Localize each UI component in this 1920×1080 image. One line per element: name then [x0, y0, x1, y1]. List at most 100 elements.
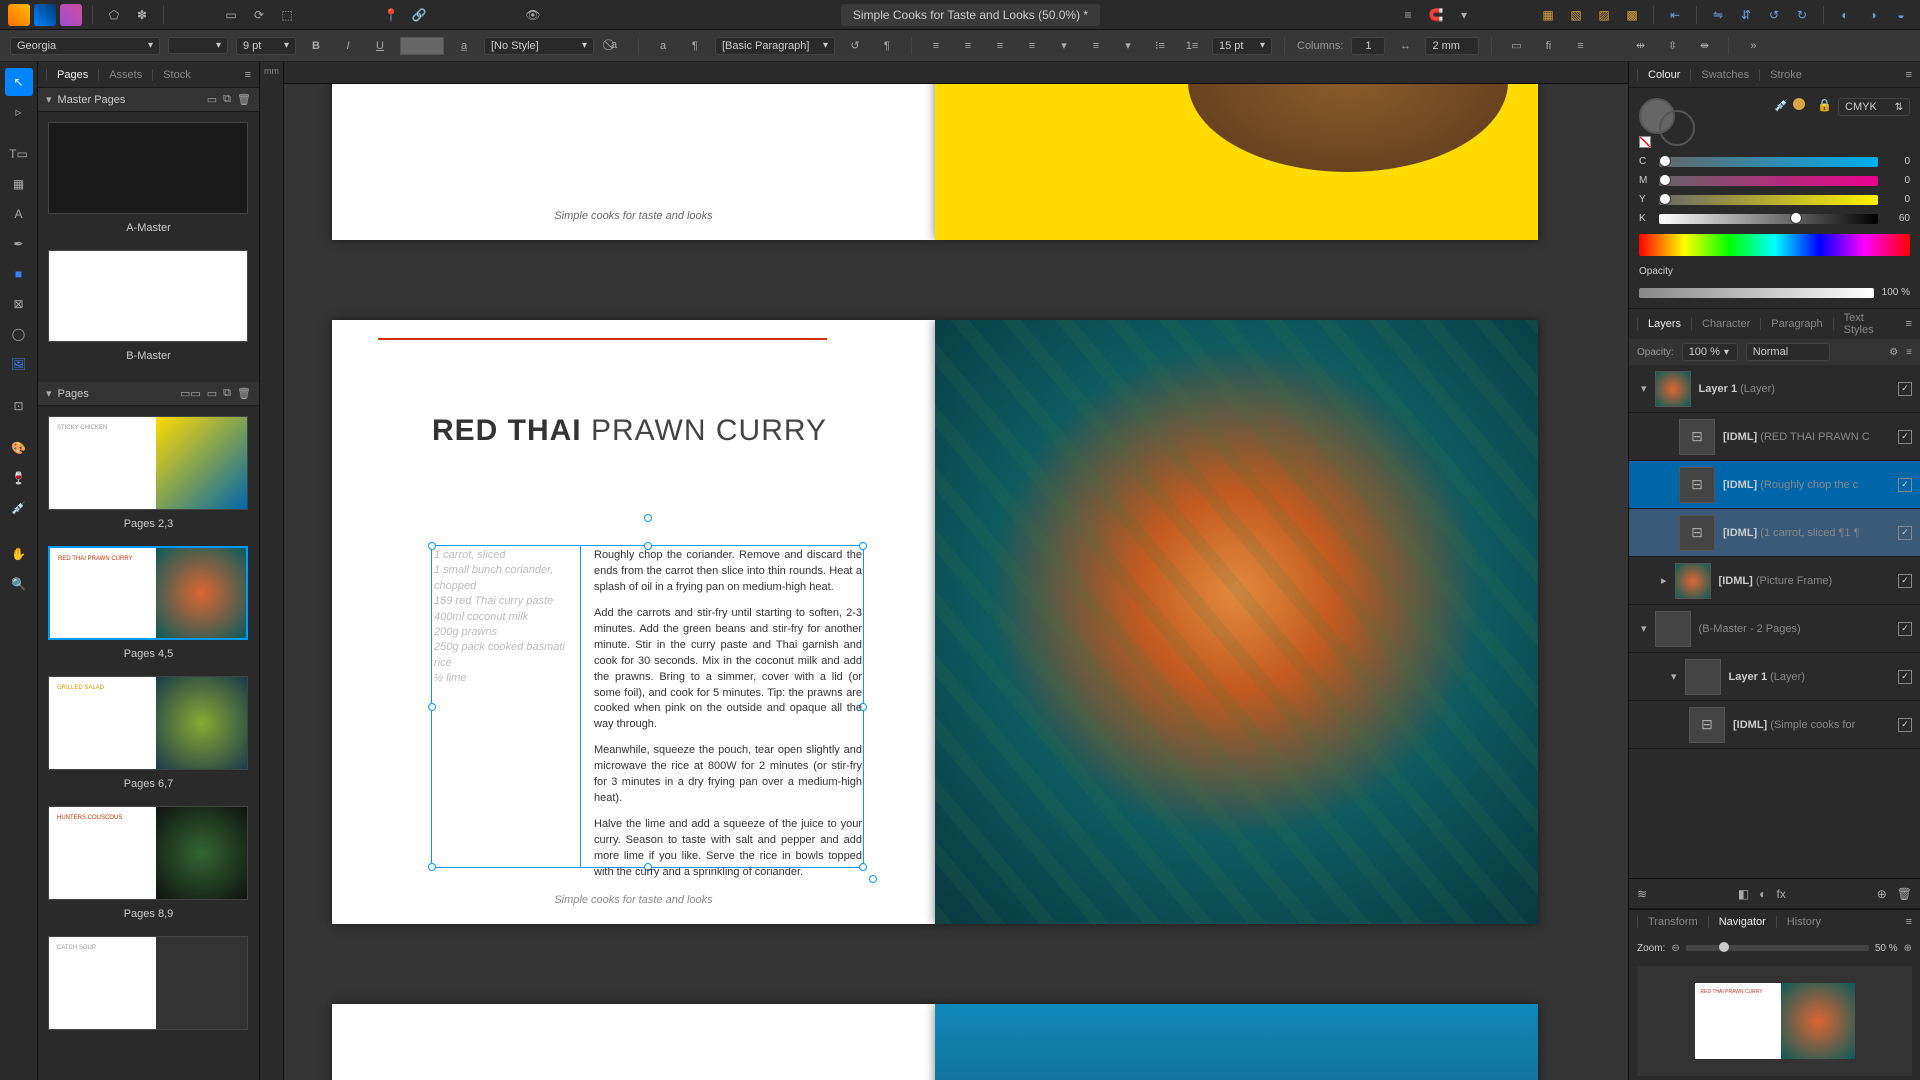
arrange-backward-icon[interactable]: ▨: [1593, 4, 1615, 26]
align-right-text-icon[interactable]: ≡: [988, 34, 1012, 58]
place-image-tool-icon[interactable]: 🖼: [5, 350, 33, 378]
mask-icon[interactable]: ◧: [1738, 887, 1749, 901]
add-page-icon[interactable]: ▭: [207, 387, 217, 400]
zoom-in-icon[interactable]: ⊕: [1904, 943, 1912, 954]
table-tool-icon[interactable]: ▦: [5, 170, 33, 198]
tab-text-styles[interactable]: Text Styles: [1844, 312, 1896, 336]
disclosure-triangle-icon[interactable]: ▾: [46, 387, 52, 400]
yellow-slider[interactable]: [1659, 195, 1878, 205]
edit-all-layers-icon[interactable]: ≋: [1637, 887, 1647, 901]
color-picker-tool-icon[interactable]: 💉: [5, 494, 33, 522]
tab-pages[interactable]: Pages: [57, 69, 88, 81]
char-style-icon[interactable]: a̲: [452, 34, 476, 58]
visibility-checkbox[interactable]: ✓: [1898, 478, 1912, 492]
zoom-out-icon[interactable]: ⊖: [1671, 943, 1679, 954]
bullet-list-icon[interactable]: ⁝≡: [1148, 34, 1172, 58]
text-color-swatch[interactable]: [400, 37, 444, 55]
tab-transform[interactable]: Transform: [1648, 916, 1698, 928]
visibility-checkbox[interactable]: ✓: [1898, 430, 1912, 444]
frame-text-tool-icon[interactable]: T▭: [5, 140, 33, 168]
justify-text-icon[interactable]: ≡: [1020, 34, 1044, 58]
distribute-h-icon[interactable]: ⇹: [1628, 34, 1652, 58]
font-family-select[interactable]: Georgia▾: [10, 37, 160, 55]
zoom-value[interactable]: 50 %: [1875, 943, 1898, 954]
align-left-text-icon[interactable]: ≡: [924, 34, 948, 58]
add-layer-icon[interactable]: ⊕: [1877, 887, 1887, 901]
eyedropper-icon[interactable]: 💉: [1774, 98, 1789, 112]
distribute-3-icon[interactable]: ⇼: [1692, 34, 1716, 58]
visibility-checkbox[interactable]: ✓: [1898, 718, 1912, 732]
sampled-color-icon[interactable]: [1793, 98, 1805, 110]
rectangle-tool-icon[interactable]: ■: [5, 260, 33, 288]
adjust-icon[interactable]: ◐: [1759, 887, 1766, 901]
arrange-forward-icon[interactable]: ▧: [1565, 4, 1587, 26]
dup-master-icon[interactable]: ⧉: [223, 93, 231, 106]
panel-menu-icon[interactable]: ≡: [1906, 318, 1912, 330]
select-mode-icon[interactable]: ▭: [220, 4, 242, 26]
spread-view-icon[interactable]: ▭▭: [180, 387, 201, 400]
crop-tool-icon[interactable]: ⊡: [5, 392, 33, 420]
chevron-down-icon[interactable]: ▾: [1052, 34, 1076, 58]
valign-icon[interactable]: ≡: [1084, 34, 1108, 58]
arrange-back-icon[interactable]: ▩: [1621, 4, 1643, 26]
flip-h-icon[interactable]: ⇋: [1707, 4, 1729, 26]
tab-stroke[interactable]: Stroke: [1770, 69, 1802, 81]
clear-style-icon[interactable]: ⃠a: [602, 34, 626, 58]
disclosure-triangle-icon[interactable]: ▾: [46, 93, 52, 106]
persona-icon[interactable]: ✽: [131, 4, 153, 26]
opacity-slider[interactable]: [1639, 288, 1874, 298]
none-well-icon[interactable]: [1639, 136, 1651, 148]
spread-thumb-2-3[interactable]: STICKY CHICKEN: [48, 416, 248, 510]
zoom-slider[interactable]: [1686, 945, 1869, 951]
preview-icon[interactable]: 👁: [522, 4, 544, 26]
visibility-checkbox[interactable]: ✓: [1898, 382, 1912, 396]
delete-layer-icon[interactable]: 🗑: [1897, 887, 1912, 901]
document-title[interactable]: Simple Cooks for Taste and Looks (50.0%)…: [841, 4, 1100, 26]
affinity-publisher-icon[interactable]: [60, 4, 82, 26]
pages-header[interactable]: ▾ Pages ▭▭ ▭ ⧉ 🗑: [38, 382, 259, 406]
master-pages-header[interactable]: ▾ Master Pages ▭ ⧉ 🗑: [38, 88, 259, 112]
align-left-icon[interactable]: ⇤: [1664, 4, 1686, 26]
rotate-cw-icon[interactable]: ↻: [1791, 4, 1813, 26]
layer-row[interactable]: ▸[IDML] (Picture Frame)✓: [1629, 557, 1920, 605]
layer-row[interactable]: ⊟[IDML] (Roughly chop the c✓: [1629, 461, 1920, 509]
chevron-down-icon[interactable]: ▾: [1116, 34, 1140, 58]
gear-icon[interactable]: ⚙: [1889, 347, 1898, 358]
layer-row[interactable]: ▾Layer 1 (Layer)✓: [1629, 365, 1920, 413]
spread-thumb-10-11[interactable]: CATCH SOUP: [48, 936, 248, 1030]
char-style-select[interactable]: [No Style]▾: [484, 37, 594, 55]
master-thumb-a[interactable]: [48, 122, 248, 214]
number-list-icon[interactable]: 1≡: [1180, 34, 1204, 58]
artistic-text-tool-icon[interactable]: A: [5, 200, 33, 228]
blend-mode-select[interactable]: Normal: [1746, 343, 1830, 361]
zoom-tool-icon[interactable]: 🔍: [5, 570, 33, 598]
anchor-icon[interactable]: 📍: [380, 4, 402, 26]
disclosure-triangle-icon[interactable]: ▾: [1641, 382, 1647, 395]
tab-swatches[interactable]: Swatches: [1701, 69, 1749, 81]
visibility-checkbox[interactable]: ✓: [1898, 670, 1912, 684]
reset-para-icon[interactable]: ↺: [843, 34, 867, 58]
disclosure-triangle-icon[interactable]: ▾: [1641, 622, 1647, 635]
studio-2-icon[interactable]: ◑: [1862, 4, 1884, 26]
magenta-slider[interactable]: [1659, 176, 1878, 186]
rotate-ccw-icon[interactable]: ↺: [1763, 4, 1785, 26]
layer-opacity-select[interactable]: 100 %▾: [1682, 343, 1738, 361]
layer-row[interactable]: ⊟[IDML] (1 carrot, sliced ¶1 ¶✓: [1629, 509, 1920, 557]
layer-row[interactable]: ▾ (B-Master - 2 Pages)✓: [1629, 605, 1920, 653]
picture-frame-tool-icon[interactable]: ⊠: [5, 290, 33, 318]
home-icon[interactable]: ⬠: [103, 4, 125, 26]
pan-tool-icon[interactable]: ✋: [5, 540, 33, 568]
tab-history[interactable]: History: [1787, 916, 1821, 928]
leading-select[interactable]: 15 pt▾: [1212, 37, 1272, 55]
snapping-toggle-icon[interactable]: 🧲: [1425, 4, 1447, 26]
arrange-front-icon[interactable]: ▦: [1537, 4, 1559, 26]
stroke-well-icon[interactable]: [1659, 110, 1695, 146]
tab-colour[interactable]: Colour: [1648, 69, 1680, 81]
move-tool-icon[interactable]: ↖: [5, 68, 33, 96]
crop-mode-icon[interactable]: ⬚: [276, 4, 298, 26]
studio-3-icon[interactable]: ◒: [1890, 4, 1912, 26]
spread-thumb-6-7[interactable]: GRILLED SALAD: [48, 676, 248, 770]
layer-row[interactable]: ⊟[IDML] (Simple cooks for✓: [1629, 701, 1920, 749]
paragraph-style-select[interactable]: [Basic Paragraph]▾: [715, 37, 835, 55]
affinity-photo-icon[interactable]: [34, 4, 56, 26]
